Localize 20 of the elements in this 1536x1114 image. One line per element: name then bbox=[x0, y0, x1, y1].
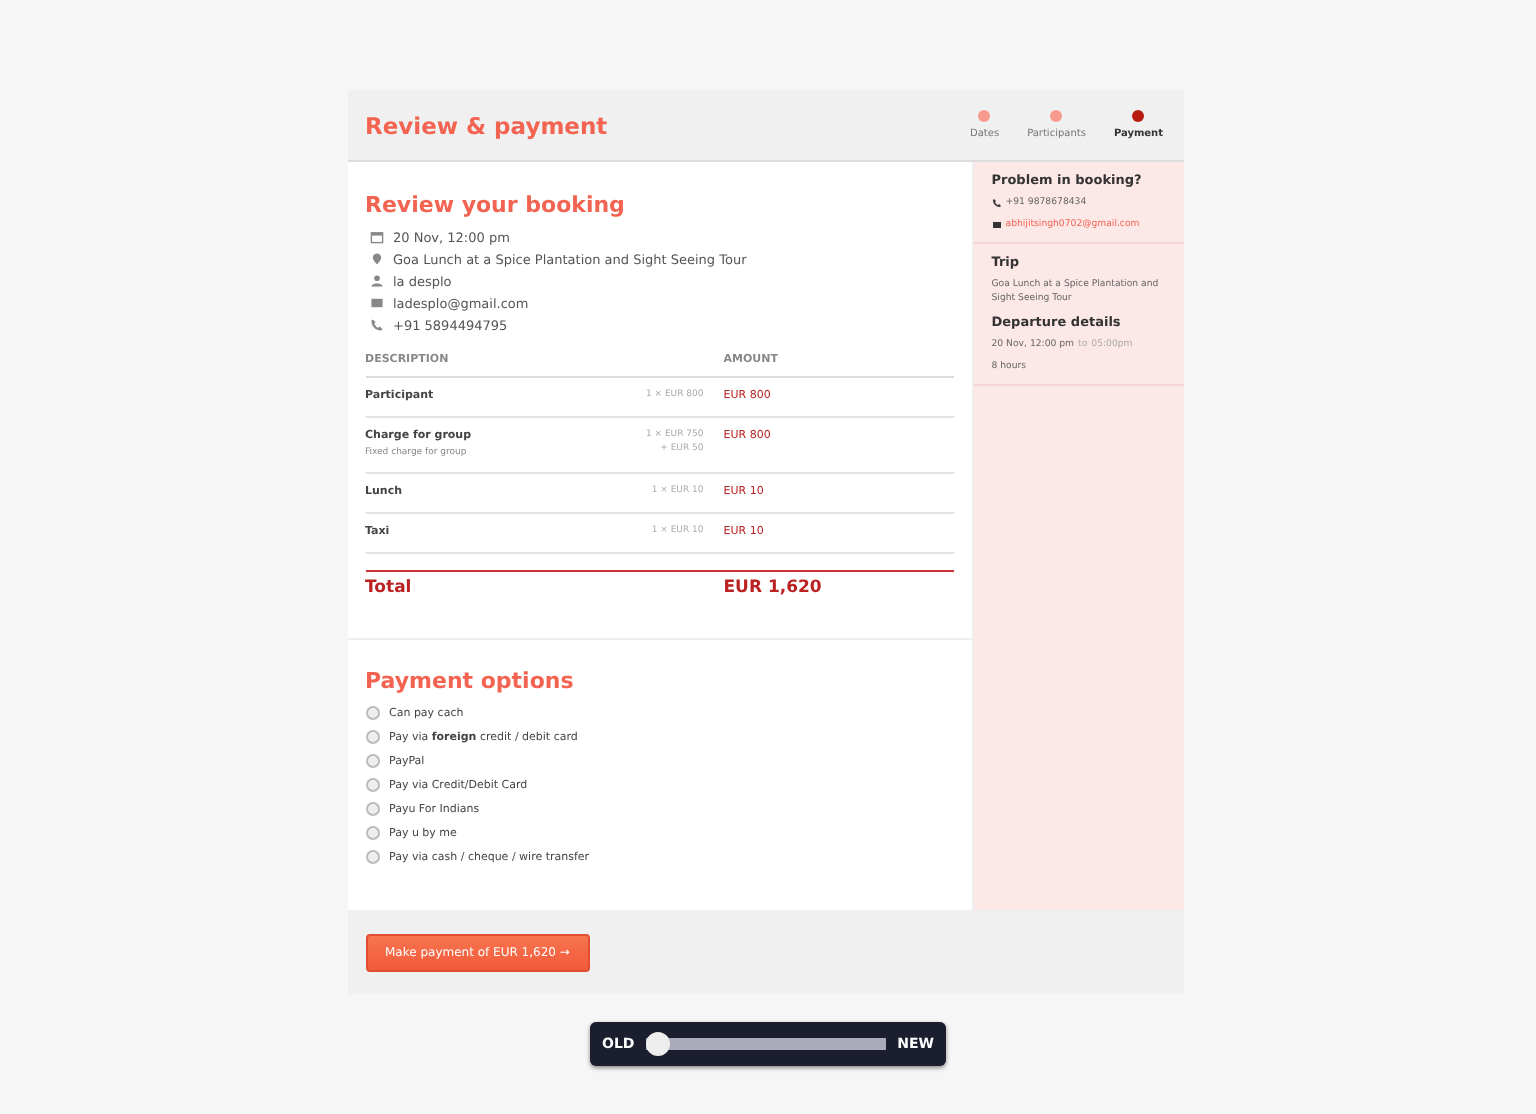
slider-thumb[interactable] bbox=[646, 1031, 671, 1056]
radio-button[interactable] bbox=[365, 802, 379, 817]
radio-button[interactable] bbox=[365, 826, 379, 841]
radio-button[interactable] bbox=[365, 706, 379, 721]
envelope-icon bbox=[369, 296, 383, 310]
envelope-icon bbox=[991, 220, 1002, 230]
radio-button[interactable] bbox=[365, 778, 379, 793]
person-icon bbox=[369, 274, 383, 288]
total-amount: EUR 1,620 bbox=[723, 577, 824, 598]
section-title: Review your booking bbox=[365, 192, 627, 218]
radio-button[interactable] bbox=[365, 730, 379, 745]
radio-button[interactable] bbox=[365, 850, 379, 865]
calendar-icon bbox=[369, 230, 383, 244]
total-label: Total bbox=[365, 577, 414, 598]
phone-icon bbox=[369, 318, 383, 332]
radio-button[interactable] bbox=[365, 754, 379, 769]
section-title: Payment options bbox=[365, 667, 576, 694]
phone-icon bbox=[991, 198, 1002, 208]
page-title: Review & payment bbox=[365, 111, 608, 139]
location-pin-icon bbox=[369, 252, 383, 266]
